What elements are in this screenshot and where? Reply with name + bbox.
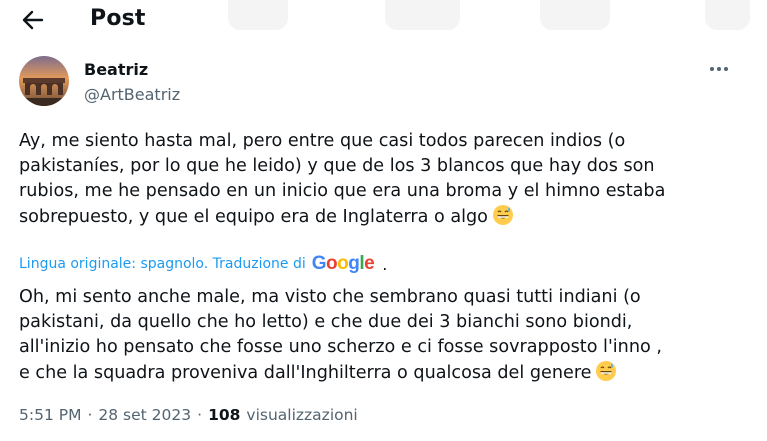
post-time[interactable]: 5:51 PM xyxy=(19,406,81,424)
blurred-tab xyxy=(540,0,610,30)
meta-separator: · xyxy=(197,406,203,424)
author-name[interactable]: Beatriz xyxy=(84,60,148,79)
top-bar: Post xyxy=(0,0,767,40)
post-original-text: Ay, me siento hasta mal, pero entre que … xyxy=(19,129,759,230)
translation-notice: Lingua originale: spagnolo. Traduzione d… xyxy=(19,253,387,275)
views-count[interactable]: 108 xyxy=(208,406,240,424)
avatar[interactable] xyxy=(19,56,69,106)
more-options-button[interactable] xyxy=(704,58,734,80)
blurred-tab xyxy=(705,0,750,30)
meta-separator: · xyxy=(87,406,93,424)
google-logo: Google xyxy=(311,253,375,274)
translated-text: Oh, mi sento anche male, ma visto che se… xyxy=(19,287,662,383)
views-label: visualizzazioni xyxy=(246,406,358,424)
more-dot-icon xyxy=(724,67,728,71)
translation-period: . xyxy=(382,254,388,274)
post-meta: 5:51 PM · 28 set 2023 · 108 visualizzazi… xyxy=(19,406,358,424)
blurred-tab xyxy=(228,0,288,30)
back-button[interactable] xyxy=(18,6,48,34)
avatar-image xyxy=(19,56,69,106)
original-text: Ay, me siento hasta mal, pero entre que … xyxy=(19,131,666,227)
post-date[interactable]: 28 set 2023 xyxy=(98,406,191,424)
grinning-sweat-emoji xyxy=(492,205,513,225)
grinning-sweat-emoji xyxy=(596,361,617,381)
arrow-left-icon xyxy=(22,10,44,30)
blurred-tab xyxy=(385,0,460,30)
more-dot-icon xyxy=(717,67,721,71)
more-dot-icon xyxy=(710,67,714,71)
post-translated-text: Oh, mi sento anche male, ma visto che se… xyxy=(19,285,759,386)
author-handle[interactable]: @ArtBeatriz xyxy=(84,85,180,104)
page-title: Post xyxy=(90,6,146,31)
translation-label[interactable]: Lingua originale: spagnolo. Traduzione d… xyxy=(19,256,306,272)
